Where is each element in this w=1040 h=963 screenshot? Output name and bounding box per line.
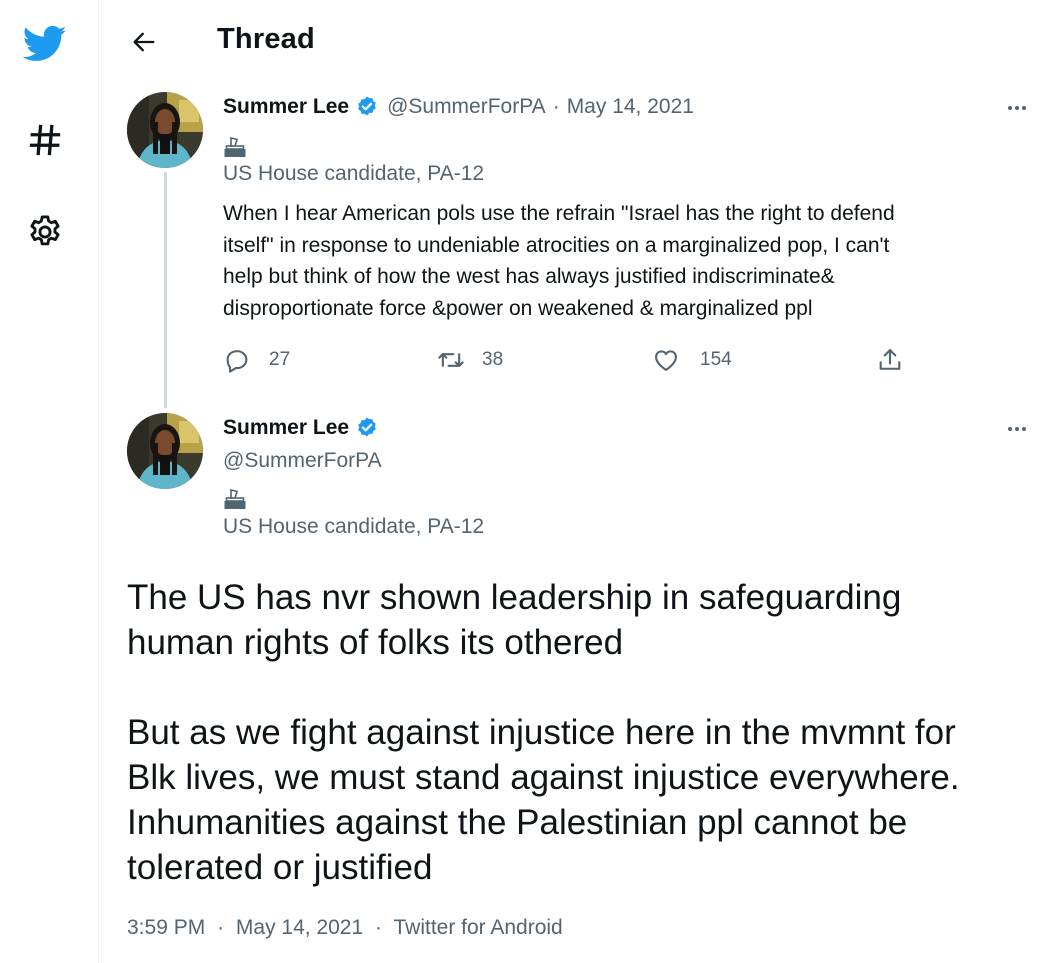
page-title: Thread	[217, 23, 315, 55]
retweet-icon	[438, 353, 464, 367]
profile-photo	[127, 413, 203, 489]
tweet2-text: The US has nvr shown leadership in safeg…	[127, 575, 1027, 890]
gear-icon[interactable]	[20, 207, 70, 257]
thread-connector	[164, 172, 167, 408]
settings-gear-icon	[30, 215, 60, 246]
tweet-text-line: The US has nvr shown leadership in safeg…	[127, 578, 902, 617]
twitter-logo[interactable]	[20, 19, 70, 69]
author-bio: US House candidate, PA-12	[223, 162, 485, 185]
ballot-box-icon	[223, 135, 247, 164]
tweet-time[interactable]: 3:59 PM	[127, 916, 205, 939]
tweet1-author-row: Summer Lee @SummerForPA · May 14, 2021	[223, 95, 694, 119]
display-name[interactable]: Summer Lee	[223, 95, 349, 119]
separator: ·	[217, 916, 225, 939]
tweet-text-line: Blk lives, we must stand against injusti…	[127, 758, 960, 797]
tweet-source[interactable]: Twitter for Android	[393, 916, 562, 939]
profile-photo	[127, 92, 203, 168]
reply-button[interactable]: 27	[223, 346, 290, 374]
bird-icon	[23, 25, 67, 61]
retweet-count: 38	[482, 349, 504, 370]
tweet-text-line: itself" in response to undeniable atroci…	[223, 233, 890, 257]
display-name[interactable]: Summer Lee	[223, 416, 349, 440]
tweet-metadata: 3:59 PM · May 14, 2021 · Twitter for And…	[127, 916, 563, 940]
tweet-date[interactable]: May 14, 2021	[236, 916, 363, 939]
nav-rail	[0, 0, 99, 963]
more-options-button[interactable]	[1008, 427, 1026, 431]
reply-count: 27	[269, 349, 291, 370]
tweet-text-line: tolerated or justified	[127, 848, 433, 887]
tweet-text-line: disproportionate force &power on weakene…	[223, 296, 813, 320]
tweet2-author-row: Summer Lee	[223, 416, 379, 440]
ballot-box-icon	[223, 487, 247, 516]
reply-icon	[226, 350, 248, 373]
separator: ·	[552, 95, 560, 118]
tweet-text-line: But as we fight against injustice here i…	[127, 713, 956, 752]
handle[interactable]: @SummerForPA	[223, 449, 382, 473]
share-icon	[879, 349, 901, 370]
tweet1-text: When I hear American pols use the refrai…	[223, 198, 1013, 324]
more-options-button[interactable]	[1008, 106, 1026, 110]
author-bio: US House candidate, PA-12	[223, 515, 485, 538]
tweet-text-line: Inhumanities against the Palestinian ppl…	[127, 803, 908, 842]
arrow-left-icon	[133, 32, 155, 52]
verified-badge-icon	[355, 95, 379, 119]
like-count: 154	[700, 349, 732, 370]
back-button[interactable]	[124, 22, 164, 62]
avatar[interactable]	[127, 413, 203, 489]
heart-icon	[655, 350, 677, 371]
tweet-date[interactable]: May 14, 2021	[567, 95, 694, 119]
tweet-text-line: human rights of folks its othered	[127, 623, 624, 662]
separator: ·	[375, 916, 383, 939]
handle[interactable]: @SummerForPA	[387, 95, 546, 119]
retweet-button[interactable]: 38	[436, 346, 503, 374]
like-button[interactable]: 154	[652, 346, 732, 374]
verified-badge-icon	[355, 416, 379, 440]
explore-hashtag-icon	[29, 124, 61, 156]
tweet-text-line: help but think of how the west has alway…	[223, 265, 835, 288]
hashtag-icon[interactable]	[20, 115, 70, 165]
tweet-text-line: When I hear American pols use the refrai…	[223, 202, 895, 225]
share-button[interactable]	[876, 346, 904, 374]
avatar[interactable]	[127, 92, 203, 168]
